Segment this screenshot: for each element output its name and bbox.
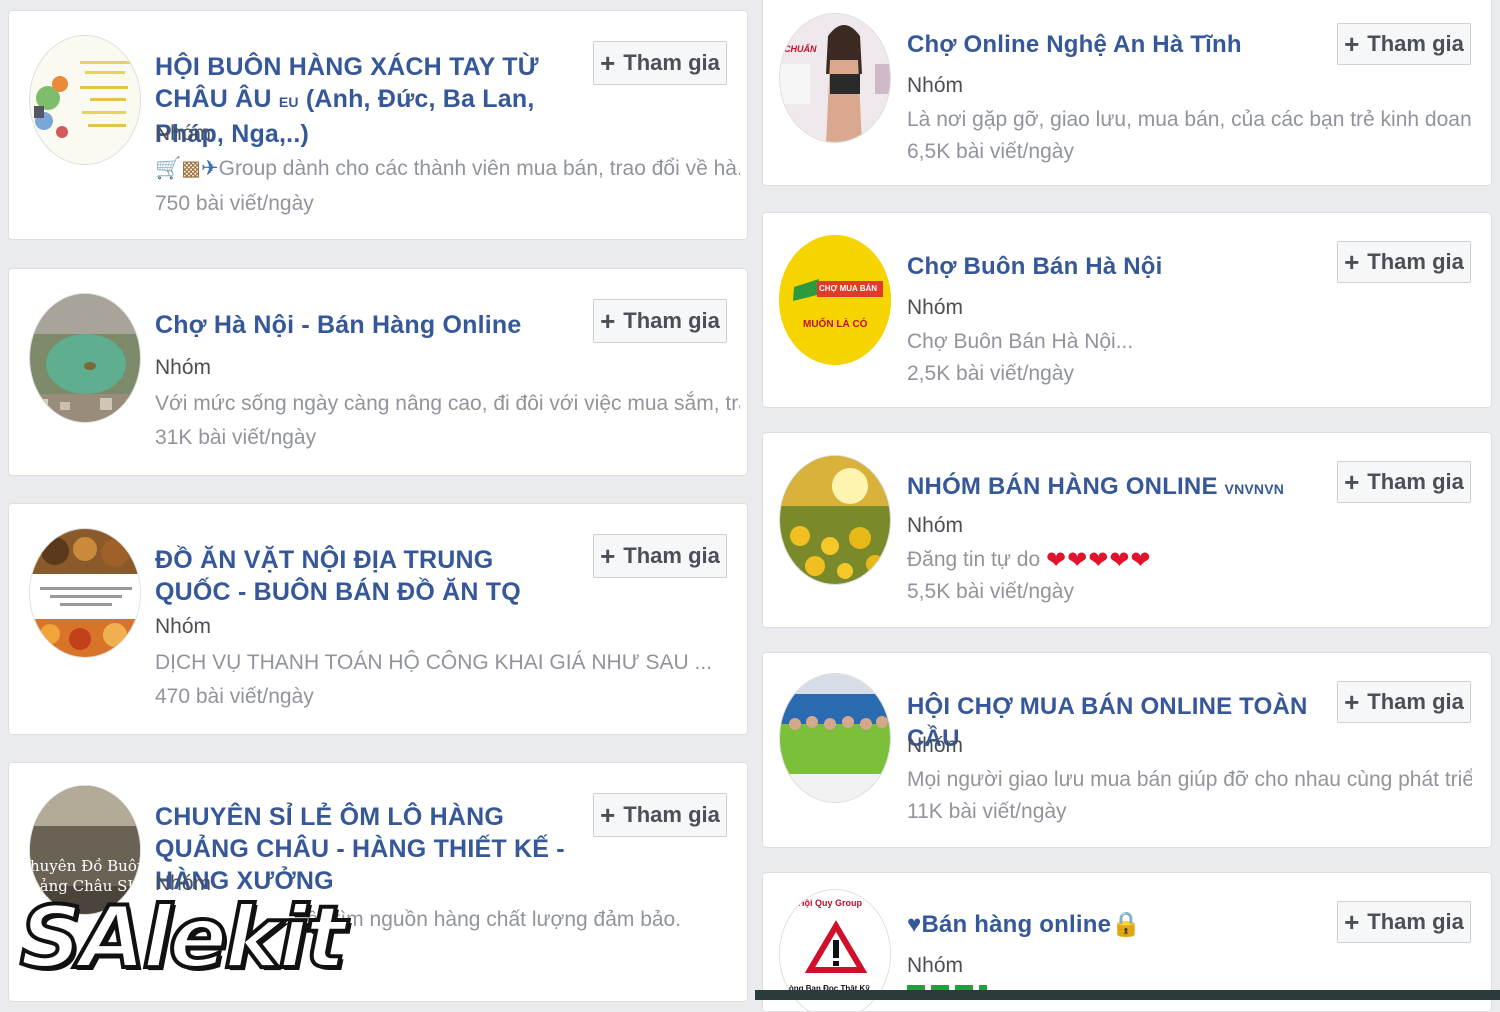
group-type: Nhóm [907, 74, 964, 97]
plus-icon: + [600, 306, 616, 336]
group-type: Nhóm [155, 356, 212, 379]
group-type: Nhóm [907, 296, 964, 319]
group-description: 🛒▩✈Group dành cho các thành viên mua bán… [155, 157, 740, 180]
join-button[interactable]: + Tham gia [1337, 901, 1471, 943]
plus-icon: + [1344, 29, 1360, 59]
group-avatar[interactable] [29, 35, 141, 165]
group-card-2: Chợ Hà Nội - Bán Hàng Online Nhóm Với mứ… [8, 268, 748, 476]
group-title[interactable]: Chợ Hà Nội - Bán Hàng Online [155, 309, 585, 341]
group-avatar[interactable] [779, 673, 891, 803]
group-posts-count: 11K bài viết/ngày [907, 800, 1067, 823]
group-card-1: HỘI BUÔN HÀNG XÁCH TAY TỪ CHÂU ÂU EU (An… [8, 10, 748, 240]
group-title[interactable]: HỘI CHỢ MUA BÁN ONLINE TOÀN CẦU [907, 691, 1337, 755]
cart-icon: 🛒 [155, 157, 182, 180]
group-card-8: HỘI CHỢ MUA BÁN ONLINE TOÀN CẦU Nhóm Mọi… [762, 652, 1492, 848]
group-avatar[interactable] [779, 455, 891, 585]
group-type: Nhóm [907, 954, 964, 977]
team-photo-image [780, 674, 890, 802]
avatar-text: Hội Quy Group [798, 898, 862, 908]
join-button[interactable]: + Tham gia [1337, 681, 1471, 723]
box-icon: ▩ [181, 157, 201, 180]
plus-icon: + [600, 800, 616, 830]
join-button[interactable]: + Tham gia [1337, 461, 1471, 503]
group-avatar[interactable]: CHUẨN [779, 13, 891, 143]
market-logo-image [779, 235, 891, 365]
group-posts-count: 6,5K bài viết/ngày [907, 140, 1074, 163]
group-title[interactable]: HỘI BUÔN HÀNG XÁCH TAY TỪ CHÂU ÂU EU (An… [155, 51, 575, 150]
sunflower-image [780, 456, 890, 584]
salekit-watermark: SAlekit [18, 886, 348, 990]
group-title[interactable]: NHÓM BÁN HÀNG ONLINE VNVNVN [907, 471, 1327, 505]
join-button[interactable]: + Tham gia [593, 41, 727, 85]
plus-icon: + [1344, 907, 1360, 937]
group-posts-count: 2,5K bài viết/ngày [907, 362, 1074, 385]
join-button[interactable]: + Tham gia [1337, 241, 1471, 283]
group-description: ...ệc tìm nguồn hàng chất lượng đảm bảo. [289, 908, 682, 931]
group-description: Với mức sống ngày càng nâng cao, đi đôi … [155, 392, 740, 415]
group-posts-count: 5,5K bài viết/ngày [907, 580, 1074, 603]
group-posts-count: 470 bài viết/ngày [155, 685, 314, 708]
group-avatar[interactable] [29, 293, 141, 423]
collage-image [30, 36, 140, 164]
plus-icon: + [1344, 467, 1360, 497]
group-card-6: CHỢ MUA BÁN MUỐN LÀ CÓ Chợ Buôn Bán Hà N… [762, 212, 1492, 408]
join-button[interactable]: + Tham gia [593, 534, 727, 578]
group-description: Là nơi gặp gỡ, giao lưu, mua bán, của cá… [907, 108, 1472, 131]
group-type: Nhóm [907, 514, 964, 537]
join-button[interactable]: + Tham gia [593, 299, 727, 343]
group-description: DỊCH VỤ THANH TOÁN HỘ CÔNG KHAI GIÁ NHƯ … [155, 651, 713, 674]
group-description: Chợ Buôn Bán Hà Nội... [907, 330, 1134, 353]
group-title[interactable]: CHUYÊN SỈ LẺ ÔM LÔ HÀNG QUẢNG CHÂU - HÀN… [155, 801, 595, 897]
group-title[interactable]: Chợ Online Nghệ An Hà Tĩnh [907, 29, 1327, 61]
group-type: Nhóm [155, 615, 212, 638]
group-posts-count: 750 bài viết/ngày [155, 192, 314, 215]
snacks-image [30, 529, 140, 657]
hearts-icon: ❤❤❤❤❤ [1045, 547, 1152, 574]
bottom-bar [755, 990, 1500, 1000]
group-title[interactable]: ♥Bán hàng online🔒 [907, 909, 1327, 941]
group-posts-count: 31K bài viết/ngày [155, 426, 317, 449]
group-title[interactable]: Chợ Buôn Bán Hà Nội [907, 251, 1327, 283]
avatar-text: CHUẨN [784, 44, 817, 54]
avatar-text: MUỐN LÀ CÓ [803, 319, 868, 330]
group-avatar[interactable]: CHỢ MUA BÁN MUỐN LÀ CÓ [779, 235, 891, 365]
model-image [780, 14, 890, 142]
lock-icon: 🔒 [1111, 911, 1142, 938]
group-card-5: CHUẨN Chợ Online Nghệ An Hà Tĩnh Nhóm Là… [762, 0, 1492, 186]
plus-icon: + [1344, 687, 1360, 717]
group-description: Mọi người giao lưu mua bán giúp đỡ cho n… [907, 768, 1472, 791]
group-card-7: NHÓM BÁN HÀNG ONLINE VNVNVN Nhóm Đăng ti… [762, 432, 1492, 628]
group-type: Nhóm [155, 122, 212, 145]
lake-image [30, 294, 140, 422]
avatar-text: CHỢ MUA BÁN [819, 284, 878, 293]
group-avatar[interactable] [29, 528, 141, 658]
plane-icon: ✈ [201, 157, 219, 180]
plus-icon: + [600, 541, 616, 571]
plus-icon: + [1344, 247, 1360, 277]
plus-icon: + [600, 48, 616, 78]
group-type: Nhóm [907, 734, 964, 757]
join-button[interactable]: + Tham gia [593, 793, 727, 837]
group-title[interactable]: ĐỒ ĂN VẶT NỘI ĐỊA TRUNG QUỐC - BUÔN BÁN … [155, 544, 575, 608]
group-description: Đăng tin tự do ❤❤❤❤❤ [907, 547, 1152, 574]
join-button[interactable]: + Tham gia [1337, 23, 1471, 65]
group-card-3: ĐỒ ĂN VẶT NỘI ĐỊA TRUNG QUỐC - BUÔN BÁN … [8, 503, 748, 735]
